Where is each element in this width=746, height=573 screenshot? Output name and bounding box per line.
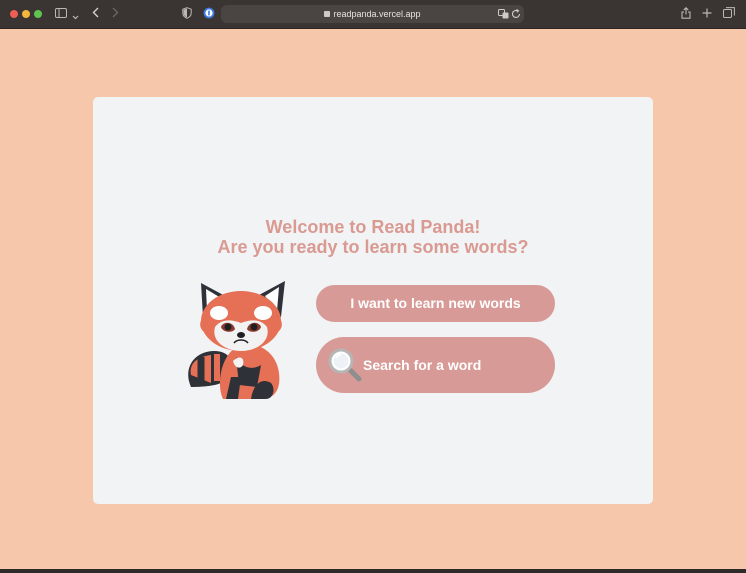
tab-overview-icon[interactable] xyxy=(723,7,735,21)
address-bar[interactable]: readpanda.vercel.app xyxy=(221,5,524,23)
magnifier-icon xyxy=(328,348,362,382)
close-window-icon[interactable] xyxy=(10,10,18,18)
share-icon[interactable] xyxy=(681,7,691,22)
back-icon[interactable] xyxy=(92,7,99,21)
minimize-window-icon[interactable] xyxy=(22,10,30,18)
chevron-down-icon[interactable] xyxy=(72,9,79,23)
welcome-subtitle: Are you ready to learn some words? xyxy=(217,237,529,257)
new-tab-icon[interactable] xyxy=(702,7,712,21)
browser-toolbar: readpanda.vercel.app xyxy=(0,0,746,29)
url-text: readpanda.vercel.app xyxy=(333,9,421,19)
privacy-shield-icon[interactable] xyxy=(182,7,192,22)
reload-icon[interactable] xyxy=(511,8,521,22)
lock-icon xyxy=(324,11,331,17)
welcome-card: Welcome to Read Panda! Are you ready to … xyxy=(93,97,653,504)
search-word-label: Search for a word xyxy=(363,357,482,373)
forward-icon[interactable] xyxy=(112,7,119,21)
welcome-title: Welcome to Read Panda! xyxy=(265,217,481,237)
window-bottom-edge xyxy=(0,569,746,573)
zoom-window-icon[interactable] xyxy=(34,10,42,18)
learn-new-words-button[interactable]: I want to learn new words xyxy=(316,285,555,322)
translate-icon[interactable] xyxy=(498,8,509,22)
search-word-button[interactable]: Search for a word xyxy=(316,337,555,393)
password-extension-icon[interactable] xyxy=(203,7,215,22)
sidebar-toggle-icon[interactable] xyxy=(55,7,67,21)
red-panda-mascot-icon xyxy=(188,281,285,399)
